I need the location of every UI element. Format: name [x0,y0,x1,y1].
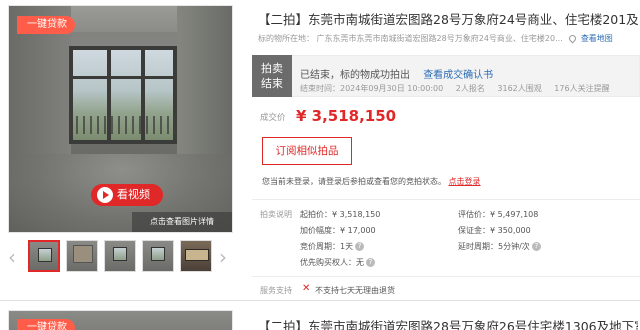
bid-period-text: 竞价周期：1天 [300,242,354,251]
thumbnail-5[interactable] [180,240,212,272]
deal-price-label: 成交价 [260,113,286,123]
loan-badge[interactable]: 一键贷款 [17,319,75,330]
view-map-link[interactable]: 查看地图 [581,34,613,43]
address-value: 广东东莞市东莞市南城街道宏图路28号万象府24号商业、住宅楼20... [316,34,563,43]
divider [252,276,640,277]
appraisal-price: 评估价：¥ 5,497,108 [458,210,539,219]
end-time: 结束时间：2024年09月30日 10:00:00 [300,84,444,93]
priority-buyer-text: 优先购买权人：无 [300,258,364,267]
deal-price-value: ¥ 3,518,150 [296,107,397,125]
listing-divider [0,300,640,301]
view-photo-details-link[interactable]: 点击查看图片详情 [132,212,232,232]
subscribe-similar-button[interactable]: 订阅相似拍品 [262,137,352,165]
start-price: 起拍价：¥ 3,518,150 [300,210,381,219]
deal-confirmation-link[interactable]: 查看成交确认书 [423,70,493,81]
service-support-text: 不支持七天无理由退货 [315,286,395,295]
listing2-main-photo[interactable]: 一键贷款 [8,310,233,330]
bid-period: 竞价周期：1天? [300,241,365,252]
thumbnail-strip: ‹ › [8,240,233,274]
thumbnail-3[interactable] [104,240,136,272]
address-label: 标的物所在地： [258,34,314,43]
map-pin-icon [567,33,578,44]
login-link[interactable]: 点击登录 [449,177,481,186]
service-support-label: 服务支持 [260,286,292,295]
help-icon[interactable]: ? [531,242,541,251]
watch-video-label: 看视频 [117,188,150,201]
listing-address: 标的物所在地： 广东东莞市东莞市南城街道宏图路28号万象府24号商业、住宅楼20… [258,33,640,44]
bid-increment: 加价幅度：¥ 17,000 [300,226,376,235]
watcher-count: 176人关注提醒 [554,84,610,93]
listing2-title[interactable]: 【二拍】东莞市南城街道宏图路28号万象府26号住宅楼1306及地下室车位D-29… [258,316,638,330]
delay-period: 延时周期：5分钟/次? [458,241,541,252]
deposit: 保证金：¥ 350,000 [458,226,531,235]
view-count: 3162人围观 [497,84,542,93]
watch-video-button[interactable]: 看视频 [91,184,163,206]
thumb-next-arrow-icon[interactable]: › [219,247,233,267]
auction-list-page: 一键贷款 看视频 点击查看图片详情 ‹ › 【二拍】东莞市南城街道宏图路28号万… [0,0,640,330]
thumbnail-2[interactable] [66,240,98,272]
thumbnail-1[interactable] [28,240,60,272]
status-tag-line1: 拍卖 [261,62,283,75]
status-message: 已结束，标的物成功拍出 [300,70,410,81]
thumb-prev-arrow-icon[interactable]: ‹ [8,247,22,267]
auction-ended-tag: 拍卖 结束 [252,55,292,97]
auction-stats: 结束时间：2024年09月30日 10:00:00 2人报名 3162人围观 1… [300,83,620,94]
thumbnail-4[interactable] [142,240,174,272]
priority-buyer: 优先购买权人：无? [300,257,375,268]
divider [252,199,640,200]
help-icon[interactable]: ? [366,258,375,267]
not-supported-icon: ✕ [302,283,311,294]
auction-status-text: 已结束，标的物成功拍出 查看成交确认书 [300,66,493,81]
status-tag-line2: 结束 [261,77,283,90]
delay-period-text: 延时周期：5分钟/次 [458,242,530,251]
auction-info-label: 拍卖说明 [260,210,292,219]
loan-badge[interactable]: 一键贷款 [17,16,75,34]
login-notice-text: 您当前未登录，请登录后参拍或查看您的竞拍状态。 [262,177,446,186]
play-icon [97,187,113,203]
login-notice: 您当前未登录，请登录后参拍或查看您的竞拍状态。 点击登录 [262,176,481,187]
signup-count: 2人报名 [455,84,485,93]
listing-title[interactable]: 【二拍】东莞市南城街道宏图路28号万象府24号商业、住宅楼201及地下室车位D-… [258,9,638,28]
listing-main-photo[interactable]: 一键贷款 看视频 点击查看图片详情 [8,5,233,233]
help-icon[interactable]: ? [355,242,365,251]
